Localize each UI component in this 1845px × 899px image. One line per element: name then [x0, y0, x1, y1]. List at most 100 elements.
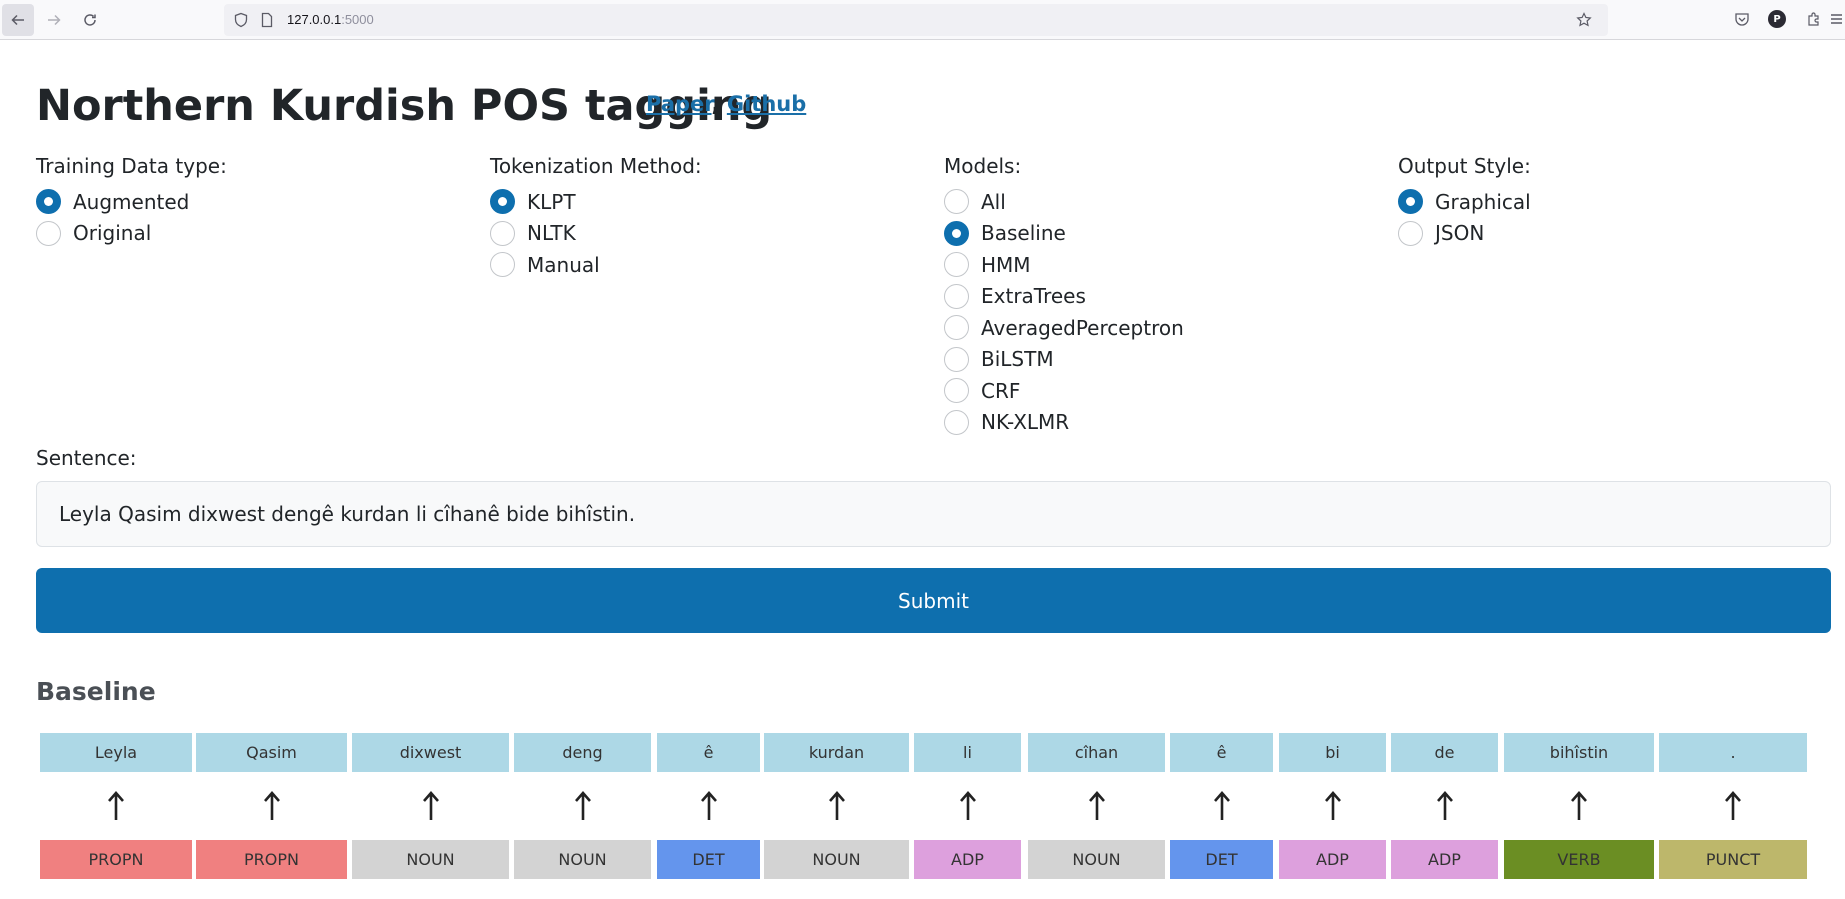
training-data-group: Training Data type: Augmented Original — [36, 152, 227, 249]
token-box: deng — [514, 733, 651, 772]
models-group: Models: All Baseline HMM ExtraTrees Averaged… — [944, 152, 1184, 438]
radio-label: Graphical — [1435, 189, 1531, 214]
token-box: Qasim — [196, 733, 347, 772]
radio-button[interactable] — [1398, 189, 1423, 215]
radio-option-averagedperceptron[interactable]: AveragedPerceptron — [944, 312, 1184, 344]
radio-label: CRF — [981, 378, 1021, 403]
radio-option-nk-xlmr[interactable]: NK-XLMR — [944, 407, 1184, 439]
token-box: ê — [1170, 733, 1273, 772]
radio-button[interactable] — [944, 252, 969, 278]
radio-label: HMM — [981, 252, 1031, 277]
token-box: Leyla — [40, 733, 192, 772]
up-arrow-icon — [1279, 786, 1386, 826]
pos-tag-box: PROPN — [196, 840, 347, 879]
reload-icon — [84, 14, 96, 26]
token-box: dixwest — [352, 733, 509, 772]
models-label: Models: — [944, 154, 1022, 178]
title-links: Paper, Github — [646, 90, 806, 118]
radio-option-augmented[interactable]: Augmented — [36, 186, 227, 218]
radio-label: All — [981, 189, 1006, 214]
radio-button[interactable] — [944, 409, 969, 435]
pos-tag-box: NOUN — [352, 840, 509, 879]
url-port: :5000 — [341, 12, 374, 27]
radio-option-bilstm[interactable]: BiLSTM — [944, 344, 1184, 376]
up-arrow-icon — [914, 786, 1021, 826]
radio-button[interactable] — [36, 189, 61, 215]
pos-tag-box: NOUN — [514, 840, 651, 879]
up-arrow-icon — [657, 786, 760, 826]
radio-option-hmm[interactable]: HMM — [944, 249, 1184, 281]
radio-option-graphical[interactable]: Graphical — [1398, 186, 1531, 218]
radio-button[interactable] — [490, 252, 515, 278]
radio-label: Baseline — [981, 221, 1066, 246]
token-box: bi — [1279, 733, 1386, 772]
radio-label: BiLSTM — [981, 347, 1054, 372]
token-box: de — [1391, 733, 1498, 772]
radio-button[interactable] — [944, 189, 969, 215]
up-arrow-icon — [196, 786, 347, 826]
pos-tag-box: NOUN — [1028, 840, 1165, 879]
pos-tag-box: ADP — [1391, 840, 1498, 879]
radio-button[interactable] — [490, 220, 515, 246]
pocket-icon[interactable] — [1733, 10, 1751, 28]
url-bar[interactable]: 127.0.0.1:5000 — [224, 4, 1608, 36]
radio-option-all[interactable]: All — [944, 186, 1184, 218]
training-data-label: Training Data type: — [36, 154, 227, 178]
radio-label: NK-XLMR — [981, 410, 1070, 435]
radio-button[interactable] — [490, 189, 515, 215]
radio-button[interactable] — [944, 283, 969, 309]
radio-button[interactable] — [1398, 220, 1423, 246]
up-arrow-icon — [1504, 786, 1654, 826]
radio-button[interactable] — [944, 346, 969, 372]
shield-icon[interactable] — [233, 12, 249, 28]
up-arrow-icon — [352, 786, 509, 826]
token-box: ê — [657, 733, 760, 772]
page-info-icon[interactable] — [259, 12, 275, 28]
pos-tag-box: PUNCT — [1659, 840, 1807, 879]
account-avatar-icon[interactable]: P — [1768, 10, 1786, 28]
up-arrow-icon — [1659, 786, 1807, 826]
radio-option-json[interactable]: JSON — [1398, 218, 1531, 250]
github-link[interactable]: Github — [727, 92, 806, 116]
radio-option-original[interactable]: Original — [36, 218, 227, 250]
tokenization-method-label: Tokenization Method: — [490, 154, 702, 178]
up-arrow-icon — [514, 786, 651, 826]
radio-option-klpt[interactable]: KLPT — [490, 186, 702, 218]
radio-option-extratrees[interactable]: ExtraTrees — [944, 281, 1184, 313]
up-arrow-icon — [764, 786, 909, 826]
paper-link[interactable]: Paper — [646, 92, 712, 116]
menu-icon[interactable] — [1830, 10, 1842, 28]
forward-arrow-icon — [48, 14, 61, 26]
url-text[interactable]: 127.0.0.1:5000 — [287, 12, 374, 28]
pos-tag-box: VERB — [1504, 840, 1654, 879]
radio-label: ExtraTrees — [981, 284, 1086, 309]
output-style-label: Output Style: — [1398, 154, 1531, 178]
radio-label: JSON — [1435, 221, 1485, 246]
submit-button[interactable]: Submit — [36, 568, 1831, 633]
radio-option-manual[interactable]: Manual — [490, 249, 702, 281]
token-box: bihîstin — [1504, 733, 1654, 772]
sentence-input[interactable]: Leyla Qasim dixwest dengê kurdan li cîha… — [36, 481, 1831, 547]
radio-label: AveragedPerceptron — [981, 315, 1184, 340]
reload-button[interactable] — [74, 4, 106, 36]
radio-label: Augmented — [73, 189, 190, 214]
radio-button[interactable] — [36, 220, 61, 246]
link-separator: , — [711, 92, 720, 116]
extensions-icon[interactable] — [1805, 10, 1823, 28]
radio-option-crf[interactable]: CRF — [944, 375, 1184, 407]
bookmark-star-icon[interactable] — [1576, 12, 1592, 28]
radio-label: Original — [73, 221, 152, 246]
pos-tag-box: NOUN — [764, 840, 909, 879]
back-button[interactable] — [2, 4, 34, 36]
radio-button[interactable] — [944, 315, 969, 341]
token-box: . — [1659, 733, 1807, 772]
radio-label: NLTK — [527, 221, 576, 246]
up-arrow-icon — [1391, 786, 1498, 826]
browser-toolbar: 127.0.0.1:5000 P — [0, 0, 1845, 40]
radio-option-nltk[interactable]: NLTK — [490, 218, 702, 250]
forward-button[interactable] — [38, 4, 70, 36]
radio-option-baseline[interactable]: Baseline — [944, 218, 1184, 250]
radio-button[interactable] — [944, 220, 969, 246]
pos-tag-box: DET — [657, 840, 760, 879]
radio-button[interactable] — [944, 378, 969, 404]
